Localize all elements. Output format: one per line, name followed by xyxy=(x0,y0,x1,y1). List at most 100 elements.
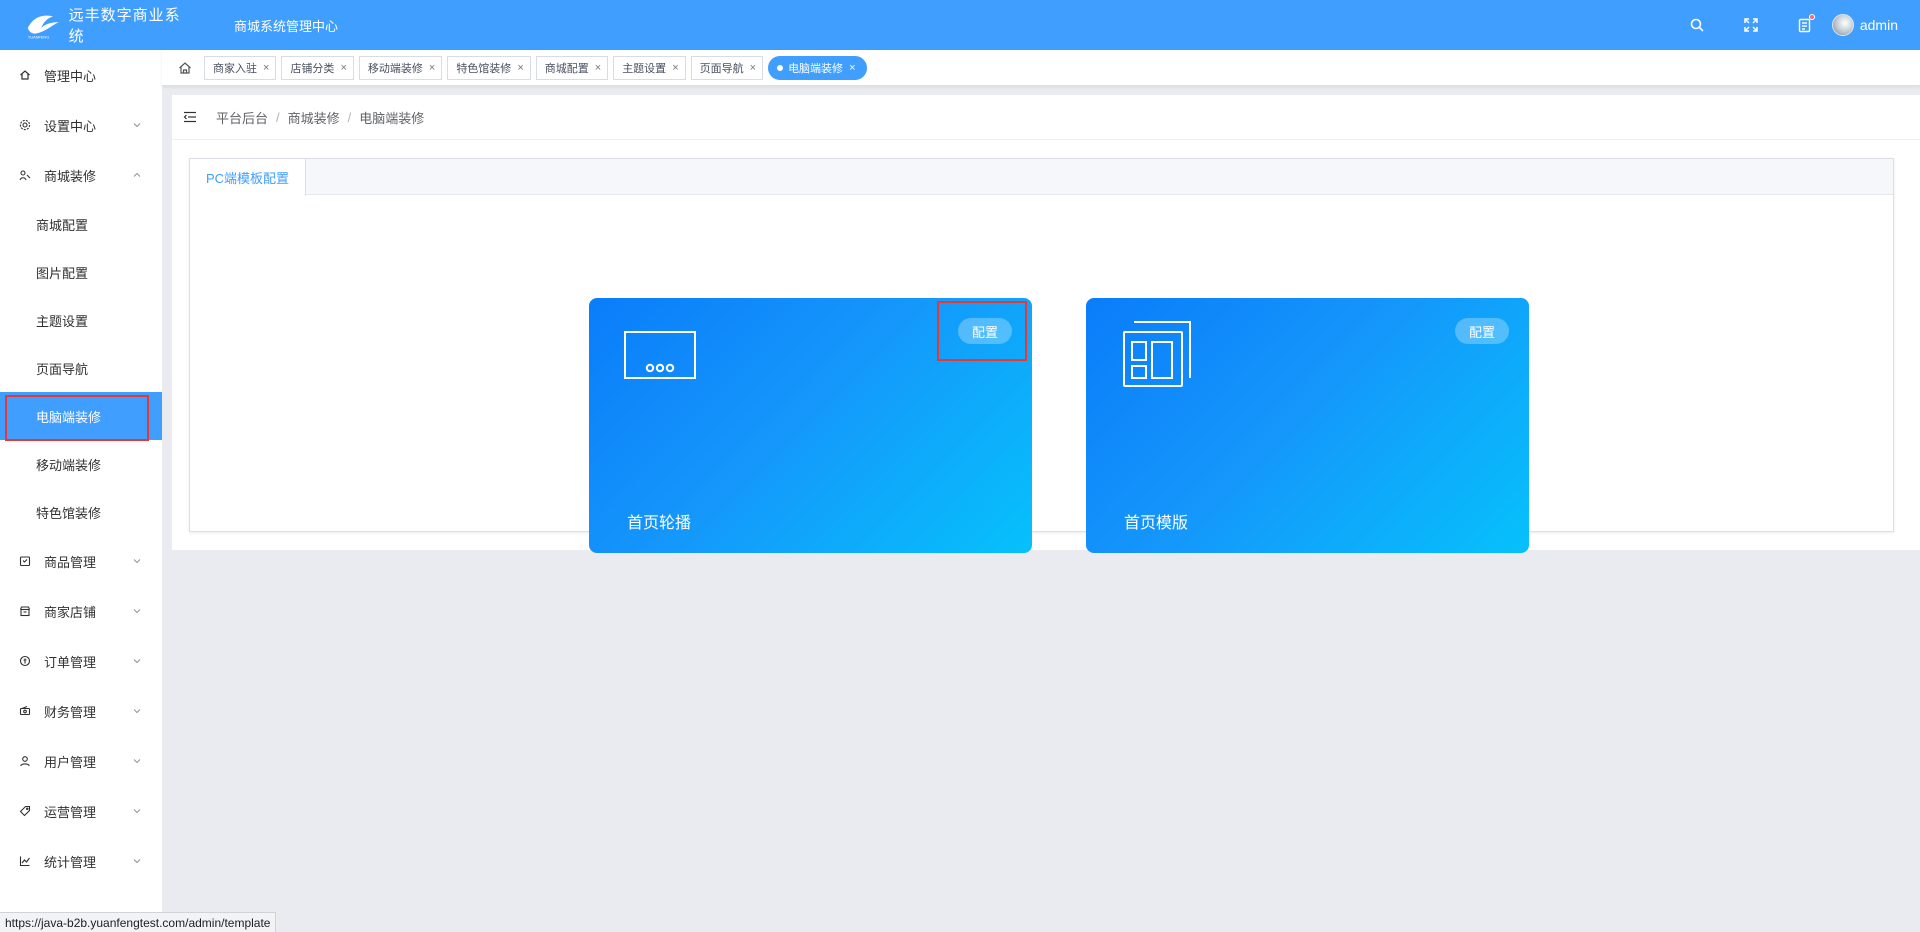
tag-theme[interactable]: 主题设置 × xyxy=(613,55,686,80)
sidebar-subitem-mobile-decor[interactable]: 移动端装修 xyxy=(0,440,162,488)
sidebar-subitem-theme[interactable]: 主题设置 xyxy=(0,296,162,344)
sidebar-item-label: 商品管理 xyxy=(44,554,97,570)
home-tag[interactable] xyxy=(174,57,196,79)
chevron-down-icon xyxy=(133,559,141,564)
config-button[interactable]: 配置 xyxy=(1455,318,1509,344)
sidebar-item-label: 运营管理 xyxy=(44,804,97,820)
tags-view: 商家入驻 × 店铺分类 × 移动端装修 × 特色馆装修 × 商城配置 × 主题设置 × 页面… xyxy=(162,50,1920,86)
sidebar-subitem-image-config[interactable]: 图片配置 xyxy=(0,248,162,296)
menu-fold-icon[interactable] xyxy=(182,109,198,125)
close-icon[interactable]: × xyxy=(340,62,346,74)
gear-icon xyxy=(19,119,31,131)
avatar xyxy=(1831,14,1854,36)
close-icon[interactable]: × xyxy=(517,62,523,74)
tabs-header: PC端模板配置 xyxy=(190,159,1893,196)
tag-label: 商城配置 xyxy=(544,62,589,75)
sidebar-item-operations[interactable]: 运营管理 xyxy=(0,786,162,836)
sidebar-item-goods[interactable]: 商品管理 xyxy=(0,536,162,586)
carousel-card[interactable]: 配置 首页轮播 xyxy=(589,298,1032,553)
card-title: 首页轮播 xyxy=(627,515,692,532)
chevron-down-icon xyxy=(133,609,141,614)
chevron-down-icon xyxy=(133,659,141,664)
sidebar-subitem-label: 特色馆装修 xyxy=(36,505,102,521)
home-icon xyxy=(179,61,191,74)
sidebar-item-label: 统计管理 xyxy=(44,854,97,870)
sidebar-item-statistics[interactable]: 统计管理 xyxy=(0,836,162,886)
sidebar-subitem-label: 页面导航 xyxy=(36,361,89,377)
search-button[interactable] xyxy=(1670,0,1724,50)
tag-label: 电脑端装修 xyxy=(788,62,844,75)
breadcrumb-item[interactable]: 平台后台 xyxy=(216,108,268,127)
brand-name: 远丰数字商业系统 xyxy=(68,7,181,45)
sidebar-subitem-mall-config[interactable]: 商城配置 xyxy=(0,200,162,248)
tag-label: 店铺分类 xyxy=(290,62,335,75)
sidebar: 管理中心 设置中心 商城装修 商城配置 图片配置 主题设置 页面导航 电脑端装修… xyxy=(0,50,162,932)
carousel-icon xyxy=(624,331,696,379)
breadcrumb-item[interactable]: 商城装修 xyxy=(288,108,340,127)
close-icon[interactable]: × xyxy=(750,62,756,74)
sidebar-item-label: 管理中心 xyxy=(44,68,97,84)
chart-icon xyxy=(19,855,31,867)
template-icon xyxy=(1123,321,1191,387)
user-menu[interactable]: admin xyxy=(1831,14,1898,36)
sidebar-subitem-label: 电脑端装修 xyxy=(36,409,102,425)
top-header: YUANFENG 远丰数字商业系统 商城系统管理中心 admin xyxy=(0,0,1920,50)
sidebar-item-label: 商城装修 xyxy=(44,168,97,184)
close-icon[interactable]: × xyxy=(849,62,855,74)
tag-feature-decor[interactable]: 特色馆装修 × xyxy=(447,55,531,80)
sidebar-item-label: 用户管理 xyxy=(44,754,97,770)
brand-logo[interactable]: YUANFENG 远丰数字商业系统 xyxy=(24,4,192,46)
tag-label: 页面导航 xyxy=(699,62,744,75)
chevron-down-icon xyxy=(133,809,141,814)
order-icon xyxy=(19,655,31,667)
goods-icon xyxy=(19,555,31,567)
tab-pc-template-config[interactable]: PC端模板配置 xyxy=(190,159,307,196)
sidebar-subitem-feature-decor[interactable]: 特色馆装修 xyxy=(0,488,162,536)
close-icon[interactable]: × xyxy=(595,62,601,74)
close-icon[interactable]: × xyxy=(429,62,435,74)
close-icon[interactable]: × xyxy=(263,62,269,74)
sidebar-item-orders[interactable]: 订单管理 xyxy=(0,636,162,686)
finance-icon xyxy=(19,705,31,717)
notification-dot xyxy=(1808,14,1815,20)
tag-mall-config[interactable]: 商城配置 × xyxy=(535,55,609,80)
close-icon[interactable]: × xyxy=(672,62,678,74)
tag-page-nav[interactable]: 页面导航 × xyxy=(690,55,764,80)
sidebar-item-label: 设置中心 xyxy=(44,118,97,134)
user-name: admin xyxy=(1859,17,1898,33)
svg-text:YUANFENG: YUANFENG xyxy=(28,35,49,39)
decor-icon xyxy=(19,169,31,181)
sidebar-item-users[interactable]: 用户管理 xyxy=(0,736,162,786)
fullscreen-icon xyxy=(1744,18,1758,32)
system-title: 商城系统管理中心 xyxy=(234,18,339,34)
status-bar-url: https://java-b2b.yuanfengtest.com/admin/… xyxy=(0,912,277,932)
tag-pc-decor[interactable]: 电脑端装修 × xyxy=(768,55,867,80)
fullscreen-button[interactable] xyxy=(1724,0,1778,50)
sidebar-subitem-pc-decor[interactable]: 电脑端装修 xyxy=(0,392,162,441)
tag-merchant-entry[interactable]: 商家入驻 × xyxy=(204,55,277,80)
chevron-down-icon xyxy=(133,709,141,714)
message-button[interactable] xyxy=(1778,0,1832,50)
tag-mobile-decor[interactable]: 移动端装修 × xyxy=(358,55,443,80)
chevron-up-icon xyxy=(133,172,141,177)
sidebar-item-management[interactable]: 管理中心 xyxy=(0,50,162,100)
home-icon xyxy=(19,69,31,81)
tag-label: 商家入驻 xyxy=(213,62,257,75)
logo-icon: YUANFENG xyxy=(27,15,59,39)
sidebar-subitem-page-nav[interactable]: 页面导航 xyxy=(0,344,162,392)
sidebar-item-decoration[interactable]: 商城装修 xyxy=(0,150,162,200)
template-tabs: PC端模板配置 配置 首页轮播 配置 首页模版 xyxy=(189,158,1894,553)
breadcrumb-separator: / xyxy=(347,109,352,125)
breadcrumb-separator: / xyxy=(276,109,280,125)
template-card[interactable]: 配置 首页模版 xyxy=(1086,298,1529,553)
highlight-box xyxy=(937,301,1027,361)
tag-icon xyxy=(19,805,31,817)
tag-store-category[interactable]: 店铺分类 × xyxy=(281,55,354,80)
chevron-down-icon xyxy=(133,123,141,128)
sidebar-item-finance[interactable]: 财务管理 xyxy=(0,686,162,736)
tag-label: 特色馆装修 xyxy=(456,62,512,75)
sidebar-item-label: 财务管理 xyxy=(44,704,97,720)
sidebar-item-label: 商家店铺 xyxy=(44,604,97,620)
sidebar-item-stores[interactable]: 商家店铺 xyxy=(0,586,162,636)
sidebar-item-settings[interactable]: 设置中心 xyxy=(0,100,162,150)
